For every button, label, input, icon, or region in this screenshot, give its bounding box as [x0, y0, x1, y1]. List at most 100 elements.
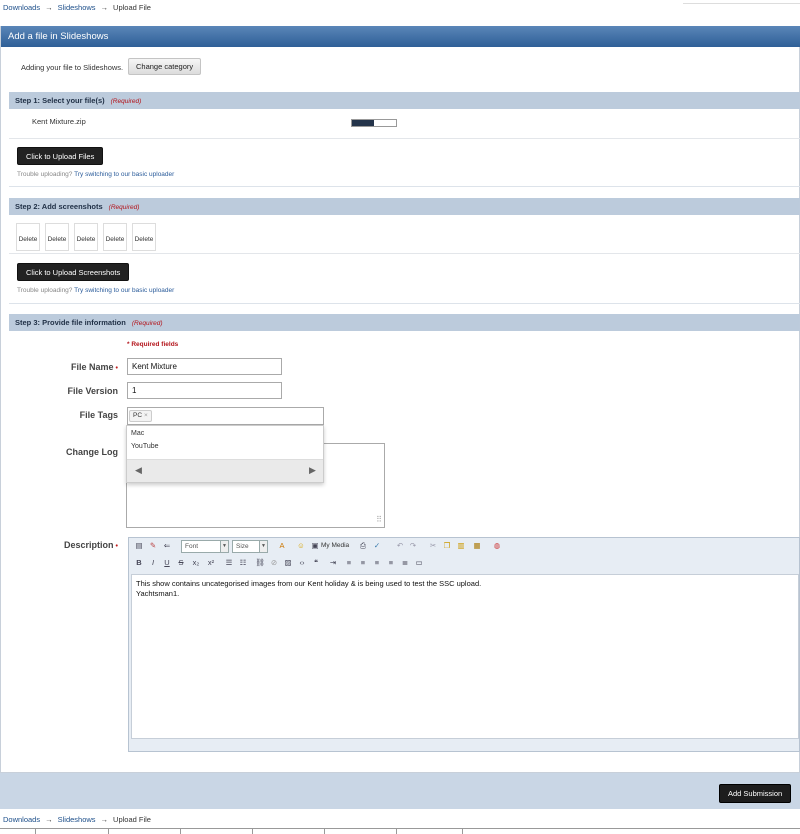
- description-content[interactable]: This show contains uncategorised images …: [131, 574, 799, 739]
- tab-divider: [180, 829, 181, 834]
- basic-uploader-link[interactable]: Try switching to our basic uploader: [74, 287, 174, 294]
- file-tags-input[interactable]: [127, 407, 324, 425]
- resize-grip-icon[interactable]: ⠿: [376, 515, 382, 524]
- align-justify-icon[interactable]: ≡: [386, 558, 396, 568]
- delete-screenshot-link[interactable]: Delete: [77, 236, 96, 243]
- subscript-icon[interactable]: x₂: [191, 558, 201, 568]
- find-icon[interactable]: ◍: [492, 541, 502, 551]
- paste-icon[interactable]: ⇐: [162, 541, 172, 551]
- file-name-input[interactable]: Kent Mixture: [127, 358, 282, 375]
- tab-divider: [252, 829, 253, 834]
- font-select[interactable]: Font ▼: [181, 540, 229, 553]
- delete-screenshot-link[interactable]: Delete: [19, 236, 38, 243]
- step2-header: Step 2: Add screenshots (Required): [9, 198, 800, 215]
- code-icon[interactable]: ‹›: [297, 558, 307, 568]
- description-line: This show contains uncategorised images …: [136, 579, 482, 588]
- delete-screenshot-link[interactable]: Delete: [106, 236, 125, 243]
- image-icon[interactable]: ▨: [283, 558, 293, 568]
- quote-icon[interactable]: ❝: [311, 558, 321, 568]
- step3-title: Step 3: Provide file information: [15, 318, 126, 327]
- tag-option-mac[interactable]: Mac: [131, 430, 144, 437]
- add-submission-button[interactable]: Add Submission: [719, 784, 792, 803]
- copy-icon[interactable]: ❐: [442, 541, 452, 551]
- file-version-label-text: File Version: [67, 386, 118, 396]
- bold-icon[interactable]: B: [134, 558, 144, 568]
- upload-progress-bar: [351, 119, 397, 127]
- undo-icon[interactable]: ↶: [395, 541, 405, 551]
- delete-screenshot-link[interactable]: Delete: [135, 236, 154, 243]
- screenshot-hint-text: Trouble uploading?: [17, 287, 73, 294]
- hr-icon[interactable]: ▭: [414, 558, 424, 568]
- tag-chip-label: PC: [133, 412, 143, 419]
- screenshot-thumb[interactable]: Delete: [74, 223, 98, 251]
- breadcrumb-downloads[interactable]: Downloads: [3, 3, 40, 12]
- breadcrumb-downloads[interactable]: Downloads: [3, 815, 40, 824]
- screenshot-hint: Trouble uploading? Try switching to our …: [17, 287, 174, 294]
- step3-header: Step 3: Provide file information (Require…: [9, 314, 800, 331]
- breadcrumb-slideshows[interactable]: Slideshows: [58, 815, 96, 824]
- tag-option-youtube[interactable]: YouTube: [131, 443, 159, 450]
- print-icon[interactable]: ⎙: [358, 541, 368, 551]
- upload-hint: Trouble uploading? Try switching to our …: [17, 171, 174, 178]
- submit-bar: [0, 773, 800, 809]
- strikethrough-icon[interactable]: S: [176, 558, 186, 568]
- change-log-label: Change Log: [8, 447, 118, 457]
- size-select[interactable]: Size ▼: [232, 540, 268, 553]
- file-version-input[interactable]: 1: [127, 382, 282, 399]
- step2-title: Step 2: Add screenshots: [15, 202, 103, 211]
- breadcrumb-separator: →: [100, 815, 109, 824]
- change-category-button[interactable]: Change category: [128, 58, 202, 75]
- link-icon[interactable]: ⛓: [255, 558, 265, 568]
- tab-divider: [324, 829, 325, 834]
- superscript-icon[interactable]: x²: [206, 558, 216, 568]
- basic-uploader-link[interactable]: Try switching to our basic uploader: [74, 171, 174, 178]
- align-left-icon[interactable]: ≡: [344, 558, 354, 568]
- screenshot-thumb[interactable]: Delete: [132, 223, 156, 251]
- editor-toolbar-row-1: ▤ ✎ ⇐ Font ▼ Size ▼ A ☺ ▣ My Media ⎙ ✓ ↶ ↷…: [129, 538, 800, 555]
- remove-format-icon[interactable]: ✎: [148, 541, 158, 551]
- redo-icon[interactable]: ↷: [408, 541, 418, 551]
- scroll-right-icon[interactable]: ▶: [309, 465, 316, 476]
- breadcrumb-slideshows[interactable]: Slideshows: [58, 3, 96, 12]
- breadcrumb-current: Upload File: [113, 815, 151, 824]
- screenshot-thumb[interactable]: Delete: [45, 223, 69, 251]
- dropdown-scrollbar[interactable]: ◀ ▶: [127, 459, 323, 482]
- delete-screenshot-link[interactable]: Delete: [48, 236, 67, 243]
- align-center-icon[interactable]: ≡: [358, 558, 368, 568]
- tag-chip-pc[interactable]: PC ×: [129, 410, 152, 422]
- required-fields-note: * Required fields: [127, 341, 179, 348]
- scroll-left-icon[interactable]: ◀: [135, 465, 142, 476]
- screenshot-thumb[interactable]: Delete: [16, 223, 40, 251]
- ordered-list-icon[interactable]: ☰: [224, 558, 234, 568]
- paste-text-icon[interactable]: ▥: [456, 541, 466, 551]
- text-color-icon[interactable]: A: [277, 541, 287, 551]
- upload-files-button[interactable]: Click to Upload Files: [17, 147, 104, 165]
- italic-icon[interactable]: I: [148, 558, 158, 568]
- cut-icon[interactable]: ✂: [428, 541, 438, 551]
- upload-screenshots-button[interactable]: Click to Upload Screenshots: [17, 263, 130, 281]
- tag-suggestions-dropdown: Mac YouTube ◀ ▶: [126, 425, 324, 483]
- source-icon[interactable]: ▤: [134, 541, 144, 551]
- step1-required: (Required): [110, 98, 142, 105]
- emoticon-icon[interactable]: ☺: [296, 541, 306, 551]
- tab-divider: [396, 829, 397, 834]
- file-name-label-text: File Name: [71, 362, 114, 372]
- tab-divider: [35, 829, 36, 834]
- paste-word-icon[interactable]: ▦: [472, 541, 482, 551]
- media-icon[interactable]: ▣: [310, 541, 320, 551]
- bottom-tab-strip: [0, 828, 800, 834]
- indent-icon[interactable]: ⇥: [328, 558, 338, 568]
- tab-divider: [108, 829, 109, 834]
- spellcheck-icon[interactable]: ✓: [372, 541, 382, 551]
- category-text: Adding your file to Slideshows.: [21, 63, 124, 72]
- tag-remove-icon[interactable]: ×: [144, 412, 148, 419]
- step3-required: (Required): [131, 320, 163, 327]
- unlink-icon[interactable]: ⊘: [269, 558, 279, 568]
- align-right-icon[interactable]: ≡: [372, 558, 382, 568]
- underline-icon[interactable]: U: [162, 558, 172, 568]
- screenshot-thumb[interactable]: Delete: [103, 223, 127, 251]
- unordered-list-icon[interactable]: ☷: [238, 558, 248, 568]
- file-tags-label-text: File Tags: [79, 410, 118, 420]
- my-media-button[interactable]: My Media: [321, 542, 349, 549]
- outdent-icon[interactable]: ≣: [400, 558, 410, 568]
